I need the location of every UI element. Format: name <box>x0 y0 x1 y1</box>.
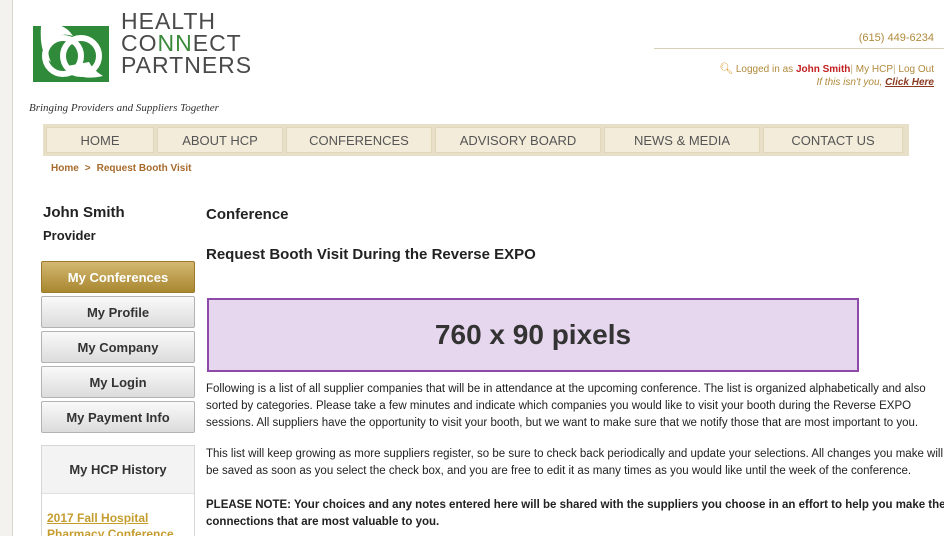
breadcrumb-separator: > <box>84 163 91 174</box>
intro-paragraph: Following is a list of all supplier comp… <box>206 383 926 429</box>
hcp-logo[interactable]: HEALTH CONNECT PARTNERS Bringing Provide… <box>29 8 251 116</box>
logout-link[interactable]: Log Out <box>898 64 934 75</box>
nav-news-media[interactable]: NEWS & MEDIA <box>604 127 760 153</box>
please-note-paragraph: PLEASE NOTE: Your choices and any notes … <box>206 499 944 528</box>
nav-conferences[interactable]: CONFERENCES <box>286 127 432 153</box>
hcp-history-panel: My HCP History 2017 Fall Hospital Pharma… <box>41 445 195 536</box>
main-nav: HOME ABOUT HCP CONFERENCES ADVISORY BOAR… <box>43 124 909 156</box>
my-hcp-link[interactable]: My HCP <box>856 64 893 75</box>
page-frame: HEALTH CONNECT PARTNERS Bringing Provide… <box>12 0 944 536</box>
my-payment-info-button[interactable]: My Payment Info <box>41 401 195 433</box>
breadcrumb-home[interactable]: Home <box>51 163 79 174</box>
nav-about-hcp[interactable]: ABOUT HCP <box>157 127 283 153</box>
login-status: 🔍︎ Logged in as John Smith| My HCP| Log … <box>719 63 934 75</box>
hcp-history-title: My HCP History <box>42 446 194 494</box>
logged-in-user: John Smith <box>795 64 851 75</box>
nav-home[interactable]: HOME <box>46 127 154 153</box>
logged-in-prefix: Logged in as <box>735 64 796 75</box>
click-here-link[interactable]: Click Here <box>885 77 934 88</box>
sidebar-user-name: John Smith <box>43 204 125 221</box>
my-company-button[interactable]: My Company <box>41 331 195 363</box>
my-conferences-button[interactable]: My Conferences <box>41 261 195 293</box>
not-you-line: If this isn't you, Click Here <box>816 77 934 88</box>
nav-advisory-board[interactable]: ADVISORY BOARD <box>435 127 601 153</box>
key-icon: 🔍︎ <box>719 63 734 75</box>
header-divider <box>654 48 944 49</box>
page-title: Conference <box>206 206 289 223</box>
page-subtitle: Request Booth Visit During the Reverse E… <box>206 246 536 263</box>
nav-contact-us[interactable]: CONTACT US <box>763 127 903 153</box>
sidebar-user-role: Provider <box>43 228 96 243</box>
my-login-button[interactable]: My Login <box>41 366 195 398</box>
history-conference-link[interactable]: 2017 Fall Hospital Pharmacy Conference <box>47 510 191 536</box>
phone-number: (615) 449-6234 <box>858 32 934 44</box>
my-profile-button[interactable]: My Profile <box>41 296 195 328</box>
logo-mark-icon <box>33 26 109 82</box>
breadcrumb: Home > Request Booth Visit <box>51 163 191 174</box>
breadcrumb-current[interactable]: Request Booth Visit <box>97 163 192 174</box>
ad-placeholder-banner: 760 x 90 pixels <box>207 298 859 372</box>
logo-tagline: Bringing Providers and Suppliers Togethe… <box>29 102 219 114</box>
logo-word-partners: PARTNERS <box>121 52 253 78</box>
update-paragraph: This list will keep growing as more supp… <box>206 448 943 477</box>
